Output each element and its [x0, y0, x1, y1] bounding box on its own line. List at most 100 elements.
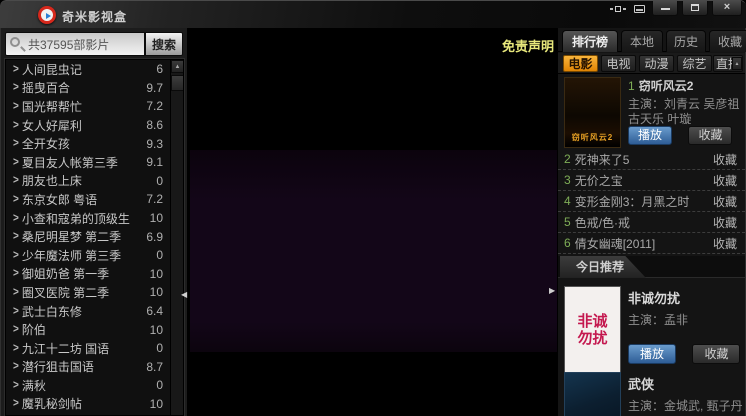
- collapse-left-button[interactable]: ◀: [181, 290, 187, 300]
- list-arrow-icon: >: [13, 341, 19, 355]
- disclaimer-link[interactable]: 免责声明: [502, 36, 554, 55]
- video-surface: [190, 150, 557, 352]
- search-input[interactable]: [5, 32, 145, 56]
- movie-rating: 10: [149, 211, 163, 226]
- subtab-tv[interactable]: 电视: [601, 55, 636, 72]
- list-arrow-icon: >: [13, 304, 19, 318]
- favorite-link[interactable]: 收藏: [713, 151, 737, 168]
- skin-button[interactable]: [631, 1, 649, 16]
- recommend-poster[interactable]: 武侠: [564, 372, 621, 416]
- search-icon: [10, 37, 20, 47]
- list-item[interactable]: > 满秋 0: [6, 376, 183, 395]
- mini-mode-icon: [615, 6, 621, 12]
- subtab-movies[interactable]: 电影: [563, 55, 598, 72]
- list-item[interactable]: > 小查和寇弟的顶级生 10: [6, 209, 183, 228]
- movie-title: 满秋: [21, 378, 46, 393]
- movie-rating: 10: [149, 322, 163, 337]
- mini-mode-button[interactable]: [608, 1, 628, 16]
- list-item[interactable]: > 九江十二坊 国语 0: [6, 339, 183, 358]
- list-item[interactable]: > 摇曳百合 9.7: [6, 79, 183, 98]
- featured-item: 窃听风云2 1 窃听风云2 主演：刘青云 吴彦祖 古天乐 叶璇 播放 收藏: [558, 75, 745, 148]
- tab-favorites[interactable]: 收藏: [709, 30, 746, 52]
- list-item[interactable]: > 东京女郎 粤语 7.2: [6, 190, 183, 209]
- collapse-right-button[interactable]: ▶: [549, 286, 555, 296]
- rank-row[interactable]: 3 无价之宝 收藏: [558, 170, 745, 191]
- list-arrow-icon: >: [13, 99, 19, 114]
- tab-ranking[interactable]: 排行榜: [562, 30, 618, 52]
- list-item[interactable]: > 御姐奶爸 第一季 10: [6, 265, 183, 284]
- subtab-scroll-button[interactable]: ▲: [732, 57, 742, 70]
- movie-title: 夏目友人帐第三季: [21, 155, 118, 170]
- favorite-button[interactable]: 收藏: [692, 344, 741, 364]
- movie-rating: 8.6: [146, 118, 163, 133]
- maximize-button[interactable]: [682, 1, 708, 16]
- list-item[interactable]: > 女人好犀利 8.6: [6, 116, 183, 135]
- list-arrow-icon: >: [13, 155, 19, 169]
- sub-tabs: 电影 电视 动漫 综艺 直播 ▲: [558, 53, 745, 74]
- favorite-link[interactable]: 收藏: [713, 235, 737, 252]
- favorite-link[interactable]: 收藏: [713, 214, 737, 231]
- favorite-link[interactable]: 收藏: [713, 193, 737, 210]
- list-item[interactable]: > 国光帮帮忙 7.2: [6, 97, 183, 116]
- featured-poster[interactable]: 窃听风云2: [564, 77, 621, 148]
- list-arrow-icon: >: [13, 267, 19, 281]
- list-item[interactable]: > 少年魔法师 第三季 0: [6, 246, 183, 265]
- list-arrow-icon: >: [13, 397, 19, 411]
- list-item[interactable]: > 人间昆虫记 6: [6, 60, 183, 79]
- list-item[interactable]: > 朋友也上床 0: [6, 172, 183, 191]
- movie-rating: 9.1: [146, 155, 163, 170]
- recommend-item: 非诚勿扰 非诚勿扰 主演：孟非 播放 收藏: [558, 284, 745, 376]
- movie-title: 武士白东修: [21, 304, 82, 319]
- list-item[interactable]: > 阶伯 10: [6, 320, 183, 339]
- rank-row[interactable]: 6 倩女幽魂[2011] 收藏: [558, 233, 745, 254]
- favorite-button[interactable]: 收藏: [688, 126, 733, 145]
- rank-row[interactable]: 5 色戒/色·戒 收藏: [558, 212, 745, 233]
- rank-number: 3: [564, 173, 571, 187]
- list-item[interactable]: > 圈叉医院 第二季 10: [6, 283, 183, 302]
- movie-rating: 7.2: [146, 192, 163, 207]
- recommend-poster[interactable]: 非诚勿扰: [564, 286, 621, 373]
- play-button[interactable]: 播放: [628, 344, 676, 364]
- poster-caption: 窃听风云2: [571, 133, 614, 142]
- favorite-link[interactable]: 收藏: [713, 172, 737, 189]
- app-window: 奇米影视盒 × 搜索 > 人间昆虫记 6 >: [0, 0, 746, 416]
- movie-rating: 6.9: [146, 229, 163, 244]
- close-button[interactable]: ×: [712, 1, 742, 16]
- list-arrow-icon: >: [13, 360, 19, 374]
- list-item[interactable]: > 桑尼明星梦 第二季 6.9: [6, 227, 183, 246]
- rank-title: 色戒/色·戒: [574, 215, 631, 230]
- scroll-thumb[interactable]: [171, 75, 183, 91]
- scroll-up-button[interactable]: ▲: [171, 60, 183, 73]
- list-item[interactable]: > 潜行狙击国语 8.7: [6, 358, 183, 377]
- movie-title: 少年魔法师 第三季: [21, 248, 122, 263]
- recommend-cast: 主演：金城武, 甄子丹: [628, 399, 743, 413]
- rank-title: 变形金刚3：月黑之时: [574, 194, 690, 209]
- list-arrow-icon: >: [13, 174, 19, 188]
- tab-local[interactable]: 本地: [621, 30, 663, 52]
- tab-history[interactable]: 历史: [666, 30, 706, 52]
- rank-title: 死神来了5: [574, 152, 630, 167]
- search-button[interactable]: 搜索: [145, 32, 183, 56]
- list-item[interactable]: > 夏目友人帐第三季 9.1: [6, 153, 183, 172]
- rank-row[interactable]: 4 变形金刚3：月黑之时 收藏: [558, 191, 745, 212]
- list-arrow-icon: >: [13, 118, 19, 132]
- movie-title: 全开女孩: [21, 137, 70, 152]
- featured-title: 1 窃听风云2: [628, 79, 694, 93]
- movie-title: 摇曳百合: [21, 81, 70, 96]
- movie-title: 圈叉医院 第二季: [21, 285, 110, 300]
- movie-title: 小查和寇弟的顶级生: [21, 211, 130, 226]
- list-item[interactable]: > 全开女孩 9.3: [6, 134, 183, 153]
- main-tabs: 排行榜 本地 历史 收藏: [558, 30, 746, 52]
- play-button[interactable]: 播放: [628, 126, 672, 145]
- rank-number: 1: [628, 79, 635, 93]
- minimize-button[interactable]: [652, 1, 678, 16]
- left-panel: 搜索 > 人间昆虫记 6 > 摇曳百合 9.7 > 国光帮帮忙 7.: [0, 28, 188, 416]
- movie-title: 国光帮帮忙: [21, 99, 82, 114]
- list-scrollbar[interactable]: ▲: [170, 60, 183, 415]
- list-arrow-icon: >: [13, 192, 19, 207]
- rank-row[interactable]: 2 死神来了5 收藏: [558, 149, 745, 170]
- subtab-variety[interactable]: 综艺: [677, 55, 712, 72]
- list-item[interactable]: > 武士白东修 6.4: [6, 302, 183, 321]
- subtab-anime[interactable]: 动漫: [639, 55, 674, 72]
- list-item[interactable]: > 魔乳秘剑帖 10: [6, 395, 183, 414]
